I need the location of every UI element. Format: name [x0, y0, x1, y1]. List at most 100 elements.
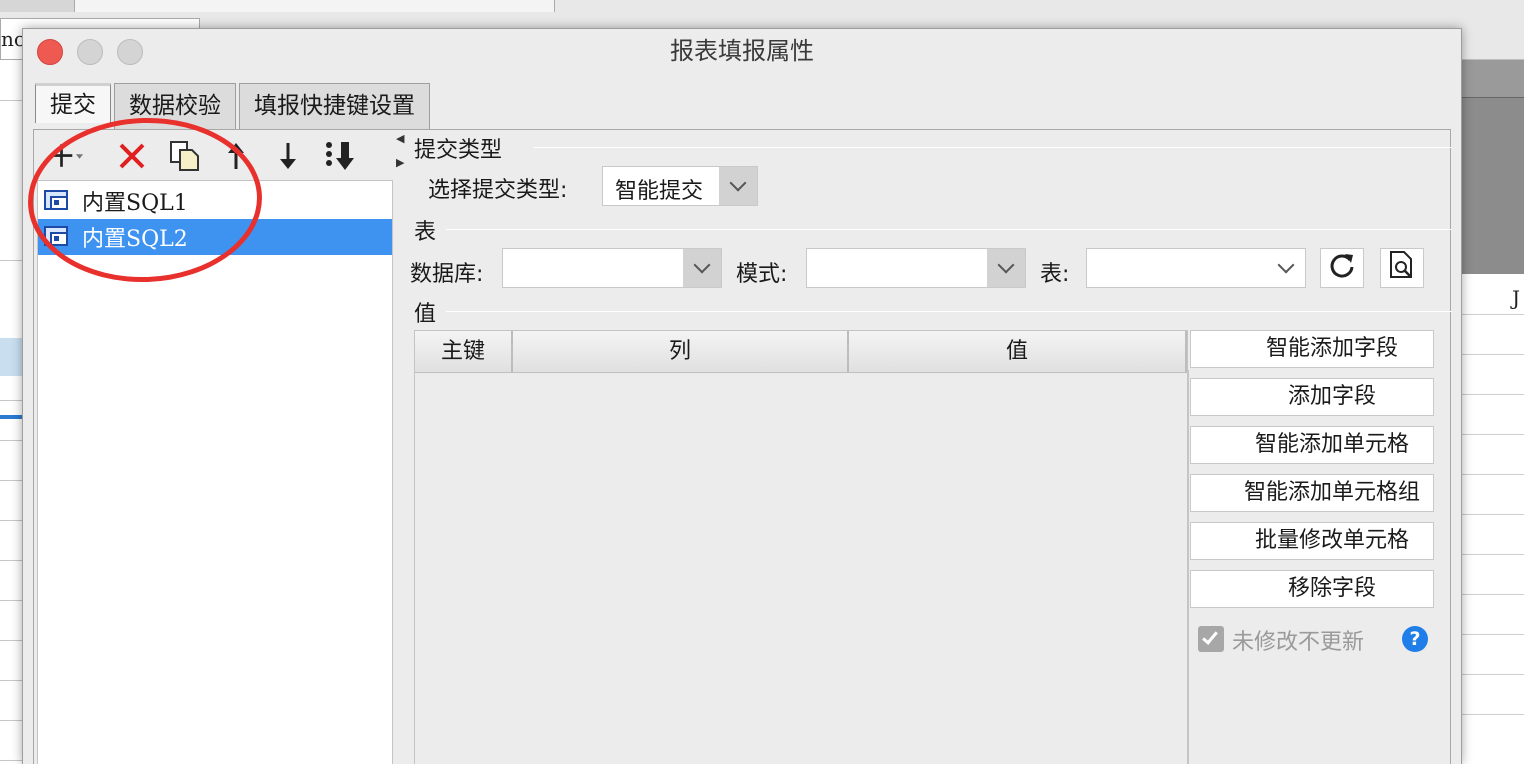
background-selected-row — [0, 338, 22, 376]
database-label: 数据库: — [410, 262, 484, 287]
grid-line — [0, 100, 22, 101]
move-down-icon[interactable] — [270, 138, 306, 174]
field-mapping-table: 主键 列 值 — [414, 330, 1188, 764]
add-field-button[interactable]: 添加字段 — [1190, 378, 1434, 416]
collapse-left-icon[interactable]: ◀ — [396, 132, 404, 145]
chevron-down-icon[interactable] — [987, 249, 1025, 287]
grid-line — [1462, 674, 1524, 675]
schema-select[interactable] — [806, 248, 1026, 288]
grid-line — [0, 600, 22, 601]
grid-line — [1462, 354, 1524, 355]
database-select[interactable] — [502, 248, 722, 288]
tab-submit[interactable]: 提交 — [35, 83, 111, 123]
background-sheet-right: J — [1462, 60, 1524, 764]
submit-type-select[interactable]: 智能提交 — [602, 166, 758, 206]
tree-item-label: 内置SQL2 — [82, 227, 188, 252]
chevron-down-icon[interactable] — [719, 167, 757, 205]
grid-line — [1462, 474, 1524, 475]
zoom-window-button[interactable] — [117, 39, 143, 65]
grid-line — [0, 400, 22, 401]
section-title-table: 表 — [414, 220, 437, 245]
tree-item-label: 内置SQL1 — [82, 191, 188, 216]
grid-line — [0, 760, 22, 761]
close-window-button[interactable] — [37, 39, 63, 65]
table-select[interactable] — [1086, 248, 1306, 288]
grid-line — [1462, 394, 1524, 395]
grid-line — [0, 480, 22, 481]
chevron-down-icon[interactable] — [683, 249, 721, 287]
grid-line — [1462, 634, 1524, 635]
divider — [1188, 370, 1189, 764]
add-icon[interactable] — [48, 138, 84, 174]
background-ruler — [1462, 60, 1524, 98]
list-toolbar — [34, 130, 394, 180]
submit-type-label: 选择提交类型: — [428, 178, 568, 203]
table-header: 主键 列 值 — [415, 331, 1187, 373]
smart-add-cell-group-button[interactable]: 智能添加单元格组 — [1190, 474, 1434, 512]
submit-tree: 内置SQL1 内置SQL2 — [37, 180, 393, 764]
tab-data-validation[interactable]: 数据校验 — [114, 83, 236, 129]
smart-add-cell-button[interactable]: 智能添加单元格 — [1190, 426, 1434, 464]
tree-item-builtin-sql-2[interactable]: 内置SQL2 — [38, 219, 392, 255]
batch-modify-cells-button[interactable]: 批量修改单元格 — [1190, 522, 1434, 560]
divider — [534, 147, 1452, 148]
grid-line — [0, 640, 22, 641]
grid-line — [1462, 434, 1524, 435]
schema-label: 模式: — [736, 262, 788, 287]
copy-icon[interactable] — [166, 138, 202, 174]
submit-list-pane: 内置SQL1 内置SQL2 — [34, 130, 394, 764]
remove-field-button[interactable]: 移除字段 — [1190, 570, 1434, 608]
submit-tab-panel: 内置SQL1 内置SQL2 ◀ ▶ 提交类型 选择提交类型: 智能提交 表 数据… — [33, 129, 1452, 764]
delete-icon[interactable] — [114, 138, 150, 174]
background-tab — [0, 0, 75, 12]
background-selection-border — [0, 415, 22, 419]
grid-line — [1462, 314, 1524, 315]
grid-line — [1462, 514, 1524, 515]
move-to-bottom-icon[interactable] — [324, 138, 360, 174]
no-update-if-unmodified-label: 未修改不更新 — [1232, 630, 1365, 655]
report-fill-properties-dialog: 报表填报属性 提交 数据校验 填报快捷键设置 内置SQL1 内置SQL2 ◀ ▶… — [22, 28, 1462, 764]
background-tab — [75, 0, 555, 12]
preview-table-button[interactable] — [1380, 248, 1424, 288]
sql-table-icon — [42, 226, 70, 248]
grid-line — [0, 440, 22, 441]
grid-line — [0, 260, 22, 261]
tab-bar: 提交 数据校验 填报快捷键设置 — [35, 83, 433, 129]
grid-line — [0, 720, 22, 721]
background-sheet-left — [0, 60, 22, 764]
expand-right-icon[interactable]: ▶ — [396, 156, 404, 169]
dialog-title: 报表填报属性 — [670, 37, 814, 65]
column-header-column[interactable]: 列 — [513, 331, 849, 373]
table-search-icon — [1388, 250, 1416, 286]
grid-line — [1462, 714, 1524, 715]
tab-shortcut-settings[interactable]: 填报快捷键设置 — [239, 83, 430, 129]
smart-add-field-button[interactable]: 智能添加字段 — [1190, 330, 1434, 368]
grid-line — [0, 680, 22, 681]
divider — [446, 229, 1452, 230]
divider — [446, 311, 1452, 312]
grid-line — [1462, 594, 1524, 595]
section-title-submit-type: 提交类型 — [414, 138, 503, 163]
help-icon[interactable]: ? — [1402, 626, 1428, 652]
column-header-primary-key[interactable]: 主键 — [415, 331, 513, 373]
minimize-window-button[interactable] — [77, 39, 103, 65]
refresh-icon — [1328, 251, 1356, 285]
grid-line — [0, 560, 22, 561]
titlebar: 报表填报属性 — [23, 29, 1461, 73]
submit-settings-pane: 提交类型 选择提交类型: 智能提交 表 数据库: 模式: 表: 值 主键 列 值… — [406, 130, 1452, 764]
column-header-value[interactable]: 值 — [849, 331, 1187, 373]
grid-line — [1462, 554, 1524, 555]
refresh-button[interactable] — [1320, 248, 1364, 288]
no-update-if-unmodified-checkbox[interactable] — [1198, 626, 1224, 652]
section-title-value: 值 — [414, 302, 437, 327]
grid-line — [0, 520, 22, 521]
tree-item-builtin-sql-1[interactable]: 内置SQL1 — [38, 183, 392, 219]
background-sheet — [1462, 274, 1524, 764]
submit-type-value: 智能提交 — [615, 179, 704, 204]
table-label: 表: — [1040, 262, 1070, 287]
sql-table-icon — [42, 190, 70, 212]
column-header-label: J — [1511, 286, 1520, 310]
chevron-down-icon[interactable] — [1267, 249, 1305, 287]
pane-splitter[interactable]: ◀ ▶ — [394, 130, 406, 764]
move-up-icon[interactable] — [218, 138, 254, 174]
